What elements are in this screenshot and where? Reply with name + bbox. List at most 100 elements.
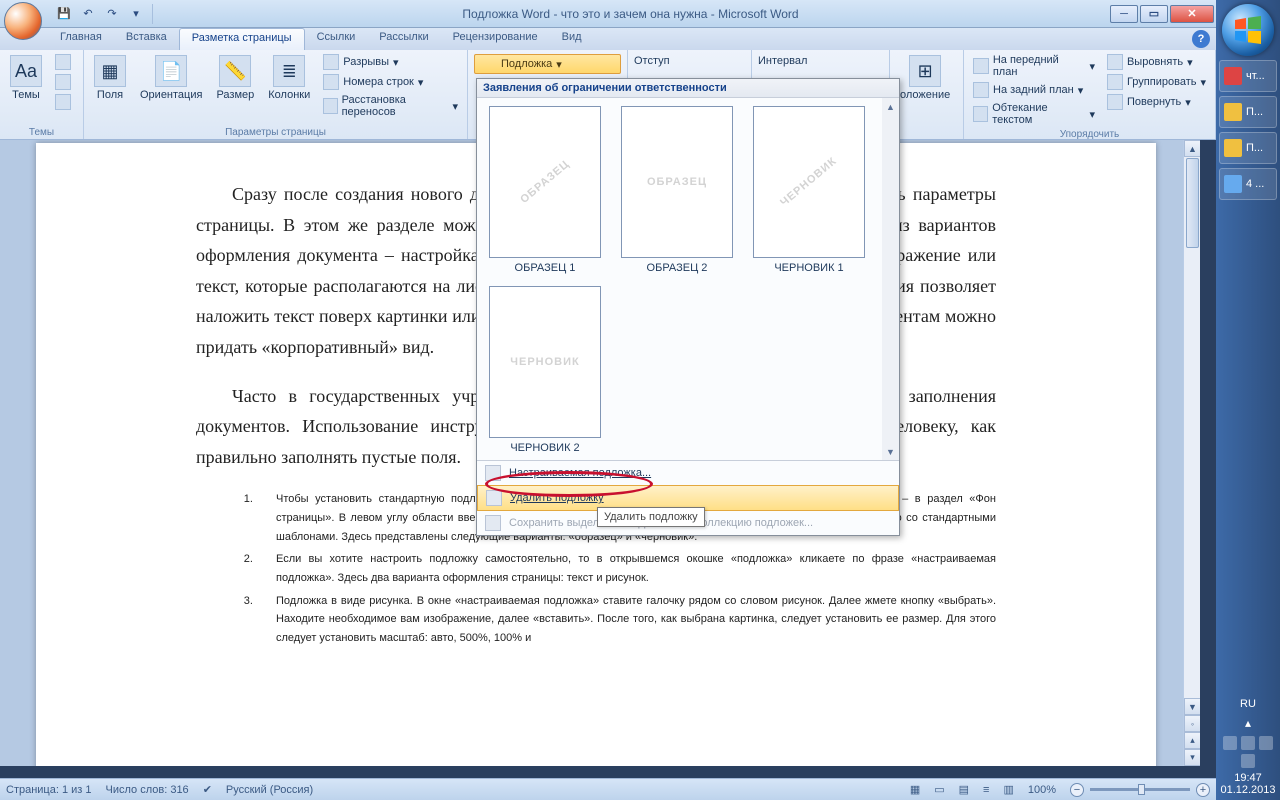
- breaks-button[interactable]: Разрывы ▾: [320, 53, 461, 71]
- align-icon: [1107, 54, 1123, 70]
- position-label: оложение: [900, 89, 950, 101]
- watermark-caption: ОБРАЗЕЦ 2: [647, 262, 708, 274]
- view-web-icon[interactable]: ▤: [959, 783, 969, 796]
- tab-insert[interactable]: Вставка: [114, 28, 179, 50]
- app-icon: [1224, 175, 1242, 193]
- size-button[interactable]: 📏Размер: [212, 53, 258, 103]
- watermark-item-draft1[interactable]: ЧЕРНОВИК ЧЕРНОВИК 1: [749, 106, 869, 274]
- position-button[interactable]: ⊞оложение: [896, 53, 954, 103]
- undo-icon[interactable]: ↶: [78, 4, 98, 24]
- zoom-slider[interactable]: − +: [1070, 783, 1210, 797]
- zoom-track[interactable]: [1090, 788, 1190, 791]
- watermark-caption: ЧЕРНОВИК 2: [510, 442, 579, 454]
- tab-home[interactable]: Главная: [48, 28, 114, 50]
- group-position: ⊞оложение: [890, 50, 964, 139]
- align-button[interactable]: Выровнять ▾: [1104, 53, 1209, 71]
- watermark-button[interactable]: Подложка ▾: [474, 54, 621, 74]
- clock-date[interactable]: 01.12.2013: [1220, 784, 1276, 796]
- lang-indicator[interactable]: RU: [1220, 698, 1276, 710]
- watermark-thumb: ЧЕРНОВИК: [489, 286, 601, 438]
- margins-button[interactable]: ▦Поля: [90, 53, 130, 103]
- watermark-item-sample2[interactable]: ОБРАЗЕЦ ОБРАЗЕЦ 2: [617, 106, 737, 274]
- orientation-label: Ориентация: [140, 89, 202, 101]
- minimize-button[interactable]: ─: [1110, 5, 1138, 23]
- zoom-in-icon[interactable]: +: [1196, 783, 1210, 797]
- save-icon[interactable]: 💾: [54, 4, 74, 24]
- effects-icon: [55, 94, 71, 110]
- gallery-scroll-down-icon[interactable]: ▼: [882, 443, 899, 460]
- custom-watermark-item[interactable]: Настраиваемая подложка...: [477, 461, 899, 485]
- next-page-icon[interactable]: ▾: [1184, 749, 1200, 766]
- status-word-count[interactable]: Число слов: 316: [106, 784, 189, 796]
- fonts-icon: [55, 74, 71, 90]
- taskbar-item[interactable]: П...: [1219, 96, 1277, 128]
- scroll-down-icon[interactable]: ▼: [1184, 698, 1200, 715]
- tab-view[interactable]: Вид: [550, 28, 594, 50]
- window-controls: ─ ▭ ✕: [1108, 5, 1214, 23]
- clock-time[interactable]: 19:47: [1220, 772, 1276, 784]
- theme-fonts-button[interactable]: [52, 73, 74, 91]
- watermark-thumb: ОБРАЗЕЦ: [621, 106, 733, 258]
- maximize-button[interactable]: ▭: [1140, 5, 1168, 23]
- scroll-up-icon[interactable]: ▲: [1184, 140, 1200, 157]
- watermark-item-draft2[interactable]: ЧЕРНОВИК ЧЕРНОВИК 2: [485, 286, 605, 454]
- status-page[interactable]: Страница: 1 из 1: [6, 784, 92, 796]
- close-button[interactable]: ✕: [1170, 5, 1214, 23]
- text-wrap-button[interactable]: Обтекание текстом ▾: [970, 101, 1098, 127]
- send-back-button[interactable]: На задний план ▾: [970, 81, 1098, 99]
- redo-icon[interactable]: ↷: [102, 4, 122, 24]
- network-icon[interactable]: [1259, 736, 1273, 750]
- hyphenation-button[interactable]: Расстановка переносов ▾: [320, 93, 461, 119]
- line-numbers-button[interactable]: Номера строк ▾: [320, 73, 461, 91]
- tab-references[interactable]: Ссылки: [305, 28, 368, 50]
- watermark-item-sample1[interactable]: ОБРАЗЕЦ ОБРАЗЕЦ 1: [485, 106, 605, 274]
- zoom-handle[interactable]: [1138, 784, 1145, 795]
- view-outline-icon[interactable]: ≡: [983, 784, 989, 796]
- themes-label: Темы: [12, 89, 40, 101]
- help-icon[interactable]: ?: [1192, 30, 1210, 48]
- window-title: Подложка Word - что это и зачем она нужн…: [153, 7, 1108, 21]
- view-full-screen-icon[interactable]: ▭: [934, 783, 944, 796]
- rotate-button[interactable]: Повернуть ▾: [1104, 93, 1209, 111]
- prev-page-icon[interactable]: ▴: [1184, 732, 1200, 749]
- view-draft-icon[interactable]: ▥: [1003, 783, 1013, 796]
- taskbar-label: П...: [1246, 106, 1263, 118]
- zoom-level[interactable]: 100%: [1028, 784, 1056, 796]
- themes-button[interactable]: Aa Темы: [6, 53, 46, 103]
- theme-colors-button[interactable]: [52, 53, 74, 71]
- taskbar-label: чт...: [1246, 70, 1265, 82]
- tab-mailings[interactable]: Рассылки: [367, 28, 440, 50]
- tab-page-layout[interactable]: Разметка страницы: [179, 28, 305, 50]
- tray-icon[interactable]: [1241, 736, 1255, 750]
- office-button[interactable]: [4, 2, 42, 40]
- volume-icon[interactable]: [1241, 754, 1255, 768]
- orientation-icon: 📄: [155, 55, 187, 87]
- columns-button[interactable]: ≣Колонки: [264, 53, 314, 103]
- group-button[interactable]: Группировать ▾: [1104, 73, 1209, 91]
- orientation-button[interactable]: 📄 Ориентация: [136, 53, 206, 103]
- tray-icon[interactable]: [1223, 736, 1237, 750]
- gallery-scroll-up-icon[interactable]: ▲: [882, 98, 899, 115]
- gallery-scrollbar[interactable]: ▲ ▼: [882, 98, 899, 460]
- app-icon: [1224, 67, 1242, 85]
- qat-dropdown-icon[interactable]: ▾: [126, 4, 146, 24]
- start-button[interactable]: [1222, 4, 1274, 56]
- tab-review[interactable]: Рецензирование: [441, 28, 550, 50]
- columns-label: Колонки: [268, 89, 310, 101]
- zoom-out-icon[interactable]: −: [1070, 783, 1084, 797]
- spellcheck-icon[interactable]: ✔: [203, 783, 212, 796]
- status-language[interactable]: Русский (Россия): [226, 784, 313, 796]
- taskbar-item[interactable]: П...: [1219, 132, 1277, 164]
- bring-front-button[interactable]: На передний план ▾: [970, 53, 1098, 79]
- view-print-layout-icon[interactable]: ▦: [910, 783, 920, 796]
- vertical-scrollbar[interactable]: ▲ ▼ ◦ ▴ ▾: [1183, 140, 1200, 766]
- taskbar-item[interactable]: чт...: [1219, 60, 1277, 92]
- custom-watermark-label: Настраиваемая подложка...: [509, 467, 651, 479]
- theme-effects-button[interactable]: [52, 93, 74, 111]
- scroll-thumb[interactable]: [1186, 158, 1199, 248]
- line-numbers-icon: [323, 74, 339, 90]
- tray-expand-icon[interactable]: ▴: [1220, 716, 1276, 730]
- group-arrange-label: Упорядочить: [970, 127, 1209, 140]
- taskbar-item[interactable]: 4 ...: [1219, 168, 1277, 200]
- browse-object-icon[interactable]: ◦: [1184, 715, 1200, 732]
